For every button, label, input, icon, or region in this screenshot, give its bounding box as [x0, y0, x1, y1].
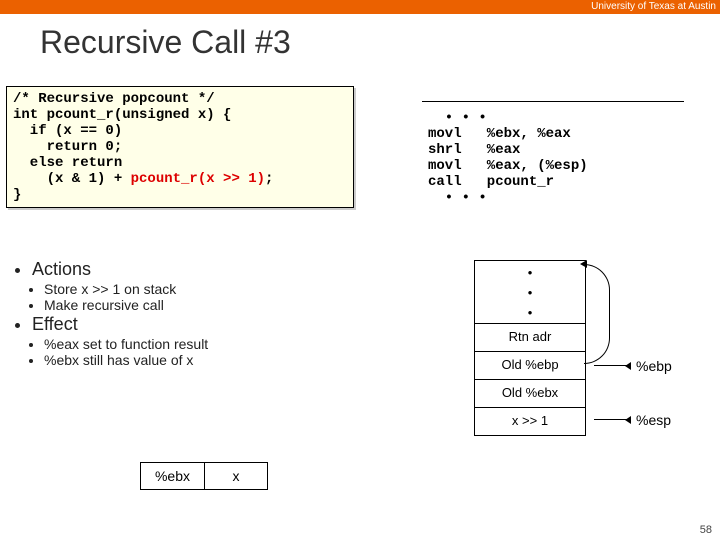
register-box: %ebxx	[140, 462, 268, 490]
code-line: return 0;	[13, 139, 122, 155]
stack-cell-dots: •••	[474, 260, 586, 324]
actions-heading: Actions	[32, 259, 208, 280]
arrowhead-icon	[576, 260, 587, 268]
asm-line: shrl %eax	[428, 142, 520, 158]
arrow-icon	[594, 419, 630, 420]
register-name: %ebx	[140, 462, 204, 490]
asm-line: movl %ebx, %eax	[428, 126, 571, 142]
asm-line: movl %eax, (%esp)	[428, 158, 588, 174]
asm-line: • • •	[428, 110, 487, 126]
divider	[422, 101, 684, 102]
code-line: /* Recursive popcount */	[13, 91, 215, 107]
list-item: Store x >> 1 on stack	[44, 281, 208, 297]
esp-label: %esp	[636, 412, 671, 428]
stack-cell-rtn: Rtn adr	[474, 324, 586, 352]
stack-cell-oldebp: Old %ebp	[474, 352, 586, 380]
code-line: (x & 1) + pcount_r(x >> 1);	[13, 171, 273, 187]
effect-heading: Effect	[32, 314, 208, 335]
curve-arrow-icon	[584, 264, 610, 364]
arrow-icon	[594, 365, 630, 366]
page-number: 58	[700, 524, 712, 536]
c-code-box: /* Recursive popcount */ int pcount_r(un…	[6, 86, 354, 208]
asm-line: call pcount_r	[428, 174, 554, 190]
page-title: Recursive Call #3	[40, 24, 720, 61]
code-line: int pcount_r(unsigned x) {	[13, 107, 231, 123]
code-line: }	[13, 187, 21, 203]
code-line: if (x == 0)	[13, 123, 122, 139]
asm-code-box: • • • movl %ebx, %eax shrl %eax movl %ea…	[428, 110, 588, 206]
register-value: x	[204, 462, 268, 490]
notes: Actions Store x >> 1 on stack Make recur…	[16, 258, 208, 368]
code-line: else return	[13, 155, 122, 171]
stack-cell-oldebx: Old %ebx	[474, 380, 586, 408]
ebp-label: %ebp	[636, 358, 672, 374]
list-item: Make recursive call	[44, 297, 208, 313]
stack-cell-xshr: x >> 1	[474, 408, 586, 436]
list-item: %eax set to function result	[44, 336, 208, 352]
asm-line: • • •	[428, 190, 487, 206]
university-label: University of Texas at Austin	[591, 1, 716, 12]
stack-diagram: ••• Rtn adr Old %ebp Old %ebx x >> 1	[474, 260, 586, 436]
list-item: %ebx still has value of x	[44, 352, 208, 368]
